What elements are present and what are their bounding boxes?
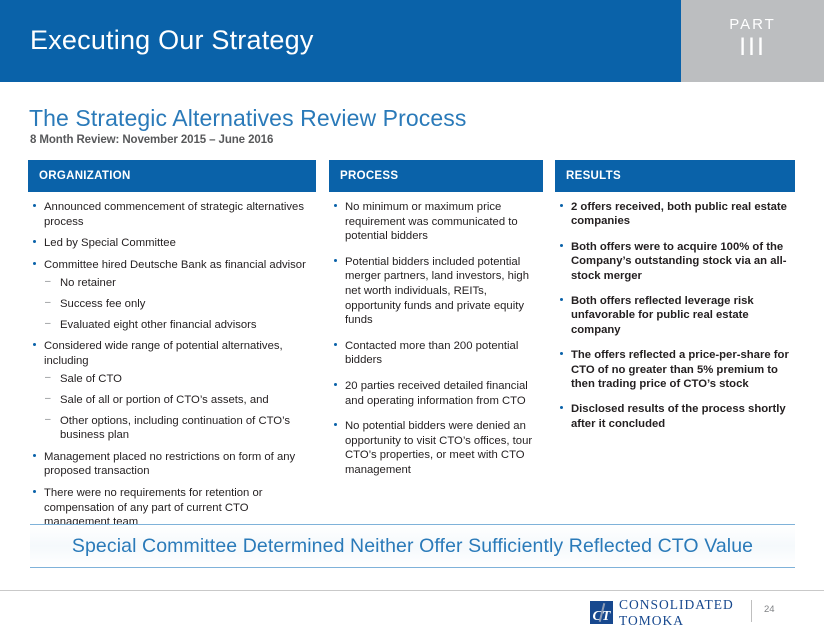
list-item: Announced commencement of strategic alte… <box>28 200 316 229</box>
header-part-panel: PART III <box>681 0 824 82</box>
column-header-results: RESULTS <box>555 160 795 192</box>
list-item-text: The offers reflected a price-per-share f… <box>571 349 789 391</box>
list-item: Both offers reflected leverage risk unfa… <box>555 294 795 337</box>
list-item: No minimum or maximum price requirement … <box>329 200 543 244</box>
part-label: PART <box>729 16 776 33</box>
column-header-organization: ORGANIZATION <box>28 160 316 192</box>
sub-list-item: Evaluated eight other financial advisors <box>44 317 316 333</box>
list-item: Led by Special Committee <box>28 236 316 251</box>
list-item-text: Both offers reflected leverage risk unfa… <box>571 295 754 336</box>
column-process: PROCESS No minimum or maximum price requ… <box>329 160 543 489</box>
bullet-list-organization: Announced commencement of strategic alte… <box>28 200 316 530</box>
list-item-text: No potential bidders were denied an oppo… <box>345 420 533 476</box>
list-item-text: Led by Special Committee <box>44 237 176 250</box>
list-item: Both offers were to acquire 100% of the … <box>555 240 795 283</box>
sub-list-item: No retainer <box>44 275 316 291</box>
bullet-list-results: 2 offers received, both public real esta… <box>555 200 795 431</box>
ct-monogram-icon: CT <box>590 601 613 624</box>
column-body-organization: Announced commencement of strategic alte… <box>28 192 316 530</box>
page-number-separator <box>751 600 752 622</box>
list-item-text: Contacted more than 200 potential bidder… <box>345 339 519 367</box>
company-logo-line2: TOMOKA <box>619 612 685 628</box>
list-item: 20 parties received detailed financial a… <box>329 379 543 408</box>
list-item: Management placed no restrictions on for… <box>28 450 316 479</box>
list-item: The offers reflected a price-per-share f… <box>555 348 795 391</box>
list-item-text: 20 parties received detailed financial a… <box>345 379 528 407</box>
list-item-text: Considered wide range of potential alter… <box>44 340 283 367</box>
list-item: Disclosed results of the process shortly… <box>555 402 795 431</box>
list-item-text: There were no requirements for retention… <box>44 486 263 529</box>
section-subtitle: 8 Month Review: November 2015 – June 201… <box>30 134 274 146</box>
list-item-text: Management placed no restrictions on for… <box>44 450 296 478</box>
column-results: RESULTS 2 offers received, both public r… <box>555 160 795 442</box>
conclusion-banner: Special Committee Determined Neither Off… <box>30 524 795 568</box>
conclusion-banner-text: Special Committee Determined Neither Off… <box>71 534 754 557</box>
list-item-text: Both offers were to acquire 100% of the … <box>571 240 787 282</box>
list-item-text: Announced commencement of strategic alte… <box>44 201 304 228</box>
page-title: Executing Our Strategy <box>30 25 314 55</box>
sub-list-item: Other options, including continuation of… <box>44 413 316 443</box>
slide-header-band: Executing Our Strategy PART III <box>0 0 824 82</box>
list-item: 2 offers received, both public real esta… <box>555 200 795 229</box>
list-item: Committee hired Deutsche Bank as financi… <box>28 258 316 332</box>
sub-bullet-list: No retainer Success fee only Evaluated eig… <box>44 275 316 333</box>
section-title: The Strategic Alternatives Review Proces… <box>29 105 467 131</box>
list-item: No potential bidders were denied an oppo… <box>329 419 543 477</box>
list-item-text: Potential bidders included potential mer… <box>345 255 529 327</box>
list-item-text: No minimum or maximum price requirement … <box>345 201 518 243</box>
company-logo-line1: CONSOLIDATED <box>619 597 734 612</box>
list-item-text: Disclosed results of the process shortly… <box>571 403 786 430</box>
list-item: Contacted more than 200 potential bidder… <box>329 339 543 368</box>
column-body-process: No minimum or maximum price requirement … <box>329 192 543 478</box>
page-number: 24 <box>764 604 775 615</box>
bullet-list-process: No minimum or maximum price requirement … <box>329 200 543 478</box>
list-item: Potential bidders included potential mer… <box>329 255 543 328</box>
list-item-text: 2 offers received, both public real esta… <box>571 201 787 228</box>
footer-divider <box>0 590 824 591</box>
header-blue-panel: Executing Our Strategy <box>0 0 681 82</box>
column-organization: ORGANIZATION Announced commencement of s… <box>28 160 316 537</box>
company-logo: CT CONSOLIDATED TOMOKA <box>590 598 734 627</box>
sub-list-item: Success fee only <box>44 296 316 312</box>
list-item: Considered wide range of potential alter… <box>28 339 316 443</box>
part-number: III <box>739 33 766 61</box>
sub-list-item: Sale of all or portion of CTO’s assets, … <box>44 392 316 408</box>
sub-bullet-list: Sale of CTO Sale of all or portion of CTO… <box>44 371 316 443</box>
company-logo-text: CONSOLIDATED TOMOKA <box>619 598 734 627</box>
sub-list-item: Sale of CTO <box>44 371 316 387</box>
column-body-results: 2 offers received, both public real esta… <box>555 192 795 431</box>
column-header-process: PROCESS <box>329 160 543 192</box>
list-item-text: Committee hired Deutsche Bank as financi… <box>44 258 306 271</box>
